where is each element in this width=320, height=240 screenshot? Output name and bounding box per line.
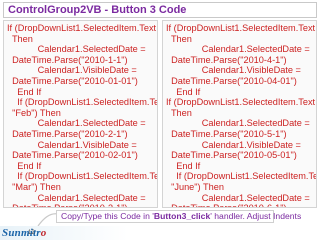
right-code-line: DateTime.Parse("2010-04-01") — [166, 75, 297, 86]
right-code-line: DateTime.Parse("2010-5-1") — [166, 128, 287, 139]
right-code-line: DateTime.Parse("2010-6-1") — [166, 203, 313, 207]
code-panel-right: If (DropDownList1.SelectedItem.Text = "A… — [162, 20, 317, 208]
left-code-line: If (DropDownList1.SelectedItem.Text = — [7, 97, 158, 108]
banner-prefix: Copy/Type this Code in ' — [61, 211, 154, 221]
right-code-line: Calendar1.SelectedDate = — [166, 118, 310, 129]
right-code-line: Calendar1.SelectedDate = — [166, 192, 310, 203]
left-code-line: If (DropDownList1.SelectedItem.Text = — [7, 171, 158, 182]
left-code-line: "Feb") Then — [7, 107, 61, 118]
left-code-line: If (DropDownList1.SelectedItem.Text = "J… — [7, 23, 157, 33]
left-code-line: Calendar1.SelectedDate = — [7, 192, 146, 203]
left-code-line: "Mar") Then — [7, 181, 61, 192]
banner-handler-name: Button3_click — [153, 211, 211, 221]
slide-title: ControlGroup2VB - Button 3 Code — [3, 2, 317, 18]
right-code-line: DateTime.Parse("2010-4-1") — [166, 54, 287, 65]
left-code-line: Calendar1.SelectedDate = — [7, 118, 146, 129]
left-code-line: DateTime.Parse("2010-02-01") — [7, 150, 138, 161]
right-code-line: "June") Then — [166, 181, 224, 192]
right-code-line: If (DropDownList1.SelectedItem.Text = "M… — [166, 97, 316, 108]
right-code-line: Calendar1.SelectedDate = — [166, 44, 310, 55]
right-code-line: If (DropDownList1.SelectedItem.Text = "A… — [166, 23, 316, 33]
left-code-line: End If — [7, 160, 42, 171]
left-code-line: End If — [7, 86, 42, 97]
brand-logo: Sunmitro — [2, 227, 47, 239]
right-code-line: End If — [166, 160, 201, 171]
right-code-line: DateTime.Parse("2010-05-01") — [166, 150, 297, 161]
code-panel-left: If (DropDownList1.SelectedItem.Text = "J… — [3, 20, 158, 208]
left-code-line: DateTime.Parse("2010-1-1") — [7, 54, 128, 65]
left-code-line: Calendar1.VisibleDate = — [7, 139, 137, 150]
right-code-line: Calendar1.VisibleDate = — [166, 139, 301, 150]
right-code-line: Then — [166, 33, 192, 44]
right-code-line: Calendar1.VisibleDate = — [166, 65, 301, 76]
banner-suffix: ' handler. Adjust Indents — [210, 211, 302, 221]
left-code-line: DateTime.Parse("2010-2-1") — [7, 128, 128, 139]
instruction-banner: Copy/Type this Code in 'Button3_click' h… — [56, 210, 301, 223]
footer-bar — [0, 226, 320, 240]
left-code-line: Calendar1.SelectedDate = — [7, 44, 146, 55]
left-code-line: Then — [7, 33, 33, 44]
page-number: 12 — [28, 230, 35, 236]
right-code-line: Then — [166, 107, 192, 118]
right-code-line: End If — [166, 86, 201, 97]
left-code-line: DateTime.Parse("2010-3-1") — [7, 203, 154, 207]
right-code-line: If (DropDownList1.SelectedItem.Text = — [166, 171, 317, 182]
left-code-line: DateTime.Parse("2010-01-01") — [7, 75, 138, 86]
left-code-line: Calendar1.VisibleDate = — [7, 65, 137, 76]
